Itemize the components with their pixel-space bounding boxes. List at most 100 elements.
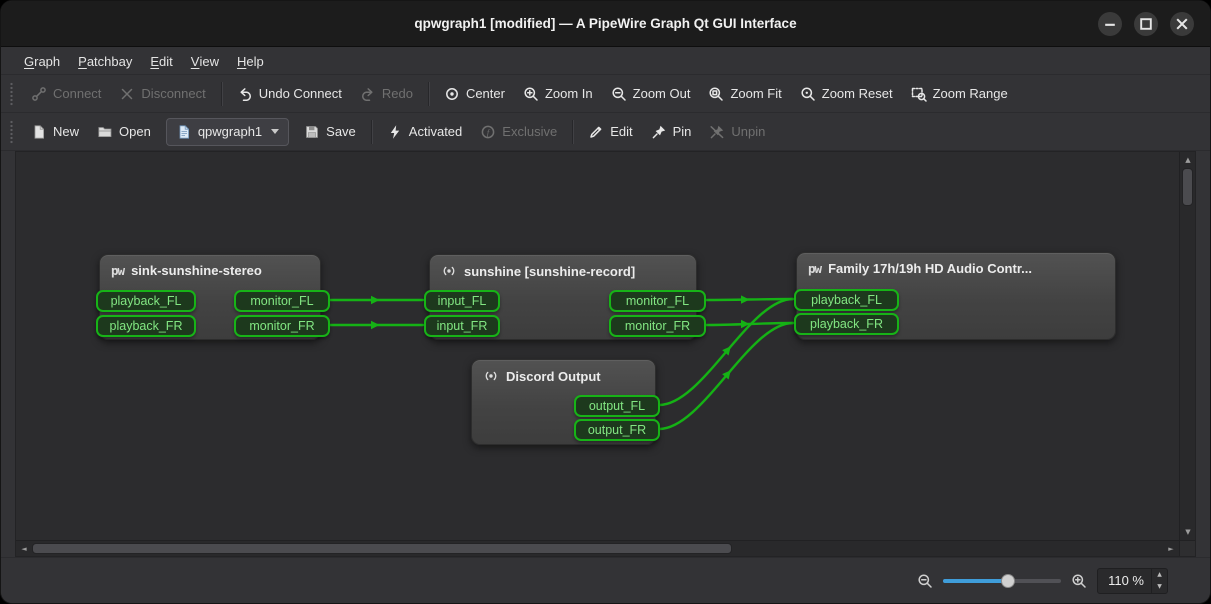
zoom-slider-handle[interactable]	[1001, 574, 1015, 588]
patchbay-file-icon	[176, 124, 192, 140]
port-input-fl[interactable]: input_FL	[424, 290, 500, 312]
redo-button[interactable]: Redo	[351, 79, 422, 109]
node-family-hd-audio[interactable]: pw Family 17h/19h HD Audio Contr... play…	[796, 252, 1116, 340]
connect-button[interactable]: Connect	[22, 79, 110, 109]
edit-button[interactable]: Edit	[579, 117, 641, 147]
zoom-slider-fill	[943, 579, 1008, 583]
status-bar: 110 % ▲ ▼	[1, 557, 1210, 603]
scrollbar-corner	[1179, 540, 1195, 556]
zoom-range-label: Zoom Range	[933, 86, 1008, 101]
minimize-icon	[1102, 16, 1118, 32]
zoom-value: 110 %	[1098, 569, 1151, 593]
zoom-range-button[interactable]: Zoom Range	[902, 79, 1017, 109]
port-input-fr[interactable]: input_FR	[424, 315, 500, 337]
zoom-spinbox[interactable]: 110 % ▲ ▼	[1097, 568, 1168, 594]
port-playback-fl[interactable]: playback_FL	[794, 289, 899, 311]
zoom-range-icon	[911, 86, 927, 102]
close-button[interactable]	[1170, 12, 1194, 36]
vertical-scrollbar[interactable]: ▲ ▼	[1179, 152, 1195, 540]
scroll-down-arrow[interactable]: ▼	[1180, 524, 1196, 540]
node-title: sunshine [sunshine-record]	[464, 264, 635, 279]
port-playback-fr[interactable]: playback_FR	[794, 313, 899, 335]
unpin-button[interactable]: Unpin	[700, 117, 774, 147]
record-icon	[441, 263, 457, 279]
spin-up-button[interactable]: ▲	[1152, 569, 1167, 581]
node-title: Discord Output	[506, 369, 601, 384]
zoom-in-icon[interactable]	[1071, 573, 1087, 589]
undo-connect-button[interactable]: Undo Connect	[228, 79, 351, 109]
exclusive-label: Exclusive	[502, 124, 557, 139]
pipewire-icon: pw	[808, 261, 821, 276]
pin-icon	[651, 124, 667, 140]
edit-label: Edit	[610, 124, 632, 139]
port-output-fl[interactable]: output_FL	[574, 395, 660, 417]
zoom-in-label: Zoom In	[545, 86, 593, 101]
node-header: Discord Output	[472, 360, 655, 384]
title-bar[interactable]: qpwgraph1 [modified] — A PipeWire Graph …	[1, 1, 1210, 47]
port-output-fr[interactable]: output_FR	[574, 419, 660, 441]
app-window: qpwgraph1 [modified] — A PipeWire Graph …	[0, 0, 1211, 604]
vertical-scroll-handle[interactable]	[1182, 168, 1193, 206]
zoom-out-icon[interactable]	[917, 573, 933, 589]
zoom-reset-button[interactable]: Zoom Reset	[791, 79, 902, 109]
redo-label: Redo	[382, 86, 413, 101]
window-title: qpwgraph1 [modified] — A PipeWire Graph …	[414, 16, 796, 31]
pipewire-icon: pw	[111, 263, 124, 278]
node-sink-sunshine-stereo[interactable]: pw sink-sunshine-stereo playback_FL play…	[99, 254, 321, 340]
save-icon	[304, 124, 320, 140]
scroll-right-arrow[interactable]: ►	[1163, 541, 1179, 557]
patchbay-file-combo[interactable]: qpwgraph1	[166, 118, 289, 146]
new-file-icon	[31, 124, 47, 140]
new-button[interactable]: New	[22, 117, 88, 147]
maximize-button[interactable]	[1134, 12, 1158, 36]
scroll-up-arrow[interactable]: ▲	[1180, 152, 1196, 168]
redo-icon	[360, 86, 376, 102]
port-monitor-fr[interactable]: monitor_FR	[234, 315, 330, 337]
disconnect-button[interactable]: Disconnect	[110, 79, 214, 109]
zoom-fit-button[interactable]: Zoom Fit	[699, 79, 790, 109]
window-controls	[1098, 1, 1194, 46]
zoom-out-button[interactable]: Zoom Out	[602, 79, 700, 109]
toolbar-drag-handle[interactable]	[9, 120, 14, 144]
save-label: Save	[326, 124, 356, 139]
menu-help[interactable]: Help	[228, 48, 273, 74]
activated-button[interactable]: Activated	[378, 117, 471, 147]
center-button[interactable]: Center	[435, 79, 514, 109]
graph-toolbar: Connect Disconnect Undo Connect Redo Cen…	[1, 75, 1210, 113]
menu-graph[interactable]: Graph	[15, 48, 69, 74]
zoom-in-button[interactable]: Zoom In	[514, 79, 602, 109]
open-label: Open	[119, 124, 151, 139]
patchbay-file-name: qpwgraph1	[198, 124, 262, 139]
node-title: Family 17h/19h HD Audio Contr...	[828, 261, 1032, 276]
port-playback-fr[interactable]: playback_FR	[96, 315, 196, 337]
port-monitor-fr[interactable]: monitor_FR	[609, 315, 706, 337]
node-sunshine-record[interactable]: sunshine [sunshine-record] input_FL inpu…	[429, 254, 697, 340]
scroll-left-arrow[interactable]: ◄	[16, 541, 32, 557]
port-monitor-fl[interactable]: monitor_FL	[234, 290, 330, 312]
toolbar-drag-handle[interactable]	[9, 82, 14, 106]
edit-pencil-icon	[588, 124, 604, 140]
node-discord-output[interactable]: Discord Output output_FL output_FR	[471, 359, 656, 445]
zoom-slider[interactable]	[943, 571, 1061, 591]
activated-label: Activated	[409, 124, 462, 139]
open-button[interactable]: Open	[88, 117, 160, 147]
disconnect-label: Disconnect	[141, 86, 205, 101]
menu-patchbay[interactable]: Patchbay	[69, 48, 141, 74]
undo-connect-label: Undo Connect	[259, 86, 342, 101]
svg-text:f: f	[487, 127, 491, 137]
exclusive-button[interactable]: f Exclusive	[471, 117, 566, 147]
save-button[interactable]: Save	[295, 117, 365, 147]
unpin-label: Unpin	[731, 124, 765, 139]
port-playback-fl[interactable]: playback_FL	[96, 290, 196, 312]
spin-down-button[interactable]: ▼	[1152, 581, 1167, 593]
port-monitor-fl[interactable]: monitor_FL	[609, 290, 706, 312]
graph-canvas[interactable]: pw sink-sunshine-stereo playback_FL play…	[16, 152, 1179, 540]
zoom-fit-icon	[708, 86, 724, 102]
menu-view[interactable]: View	[182, 48, 228, 74]
zoom-fit-label: Zoom Fit	[730, 86, 781, 101]
pin-button[interactable]: Pin	[642, 117, 701, 147]
minimize-button[interactable]	[1098, 12, 1122, 36]
horizontal-scroll-handle[interactable]	[32, 543, 732, 554]
horizontal-scrollbar[interactable]: ◄ ►	[16, 540, 1179, 556]
menu-edit[interactable]: Edit	[141, 48, 181, 74]
